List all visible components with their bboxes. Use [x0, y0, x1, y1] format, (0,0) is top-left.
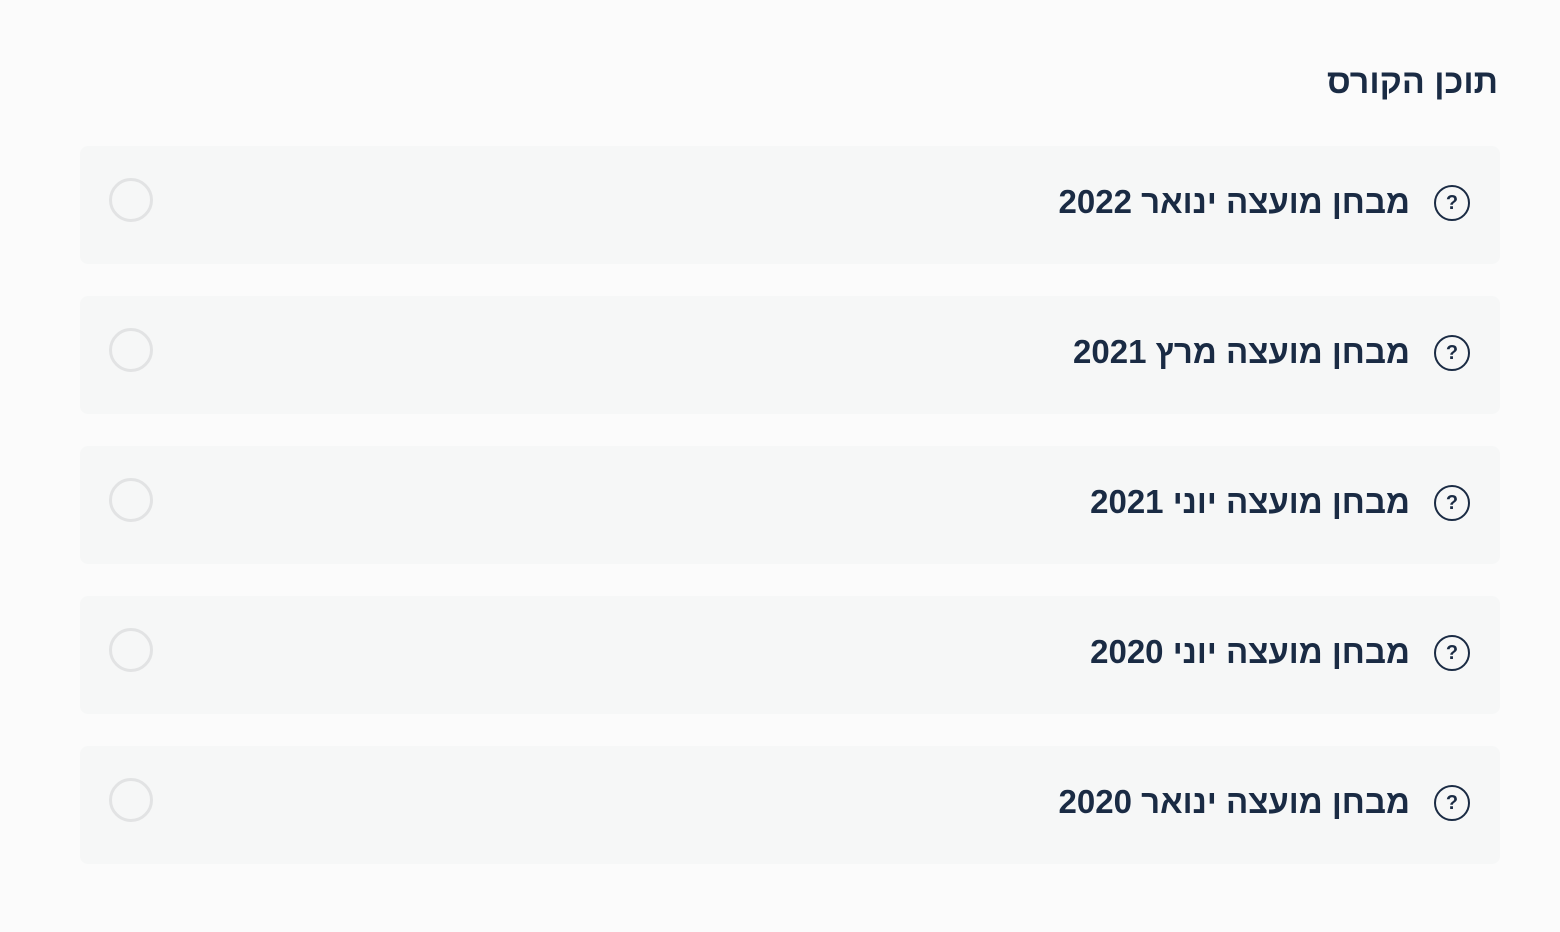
lesson-list: ? מבחן מועצה ינואר 2022 ? מבחן מועצה מרץ… — [80, 146, 1500, 896]
course-content-page: תוכן הקורס ? מבחן מועצה ינואר 2022 ? מבח… — [0, 0, 1560, 932]
quiz-question-icon: ? — [1434, 635, 1470, 671]
quiz-question-icon: ? — [1434, 185, 1470, 221]
lesson-title[interactable]: מבחן מועצה יוני 2021 — [1090, 480, 1410, 524]
quiz-question-icon: ? — [1434, 485, 1470, 521]
section-title: תוכן הקורס — [1327, 63, 1498, 101]
lesson-title[interactable]: מבחן מועצה ינואר 2020 — [1059, 780, 1410, 824]
lesson-title[interactable]: מבחן מועצה מרץ 2021 — [1073, 330, 1410, 374]
lesson-title[interactable]: מבחן מועצה יוני 2020 — [1090, 630, 1410, 674]
lesson-row[interactable]: ? מבחן מועצה מרץ 2021 — [80, 296, 1500, 414]
quiz-question-icon: ? — [1434, 335, 1470, 371]
lesson-row[interactable]: ? מבחן מועצה יוני 2021 — [80, 446, 1500, 564]
lesson-title[interactable]: מבחן מועצה ינואר 2022 — [1059, 180, 1410, 224]
completion-status-icon — [109, 478, 153, 522]
completion-status-icon — [109, 628, 153, 672]
completion-status-icon — [109, 778, 153, 822]
lesson-row[interactable]: ? מבחן מועצה ינואר 2022 — [80, 146, 1500, 264]
lesson-row[interactable]: ? מבחן מועצה יוני 2020 — [80, 596, 1500, 714]
completion-status-icon — [109, 178, 153, 222]
lesson-row[interactable]: ? מבחן מועצה ינואר 2020 — [80, 746, 1500, 864]
quiz-question-icon: ? — [1434, 785, 1470, 821]
completion-status-icon — [109, 328, 153, 372]
